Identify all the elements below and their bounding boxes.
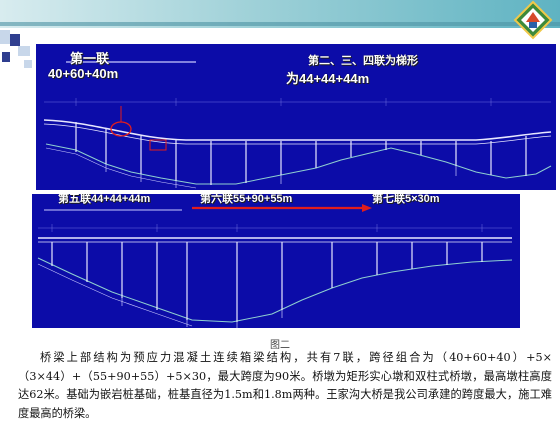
description-paragraph: 桥梁上部结构为预应力混凝土连续箱梁结构，共有7联，跨径组合为（40+60+40）… [18, 351, 552, 420]
drawing-label-span6: 第六联55+90+55m [200, 194, 293, 205]
drawing-label-span5: 第五联44+44+44m [58, 194, 151, 205]
header-band [0, 22, 560, 26]
decor-square [0, 30, 10, 44]
drawing-label-span2-4-lengths: 为44+44+44m [286, 71, 370, 86]
drawing-label-span1: 第一联 [70, 51, 110, 66]
bridge-elevation-drawing-top: 第一联 40+60+40m 第二、三、四联为梯形 为44+44+44m [36, 44, 556, 190]
bridge-elevation-drawing-bottom: 第五联44+44+44m 第六联55+90+55m 第七联5×30m [32, 194, 520, 328]
decor-square [2, 52, 10, 62]
drawing-label-span7: 第七联5×30m [372, 194, 440, 205]
drawing-label-span1-lengths: 40+60+40m [48, 66, 119, 81]
decor-square [10, 34, 20, 46]
decor-square [18, 46, 30, 56]
decor-square [24, 60, 32, 68]
drawing-label-span2-4: 第二、三、四联为梯形 [308, 55, 418, 67]
company-logo-icon [513, 0, 553, 40]
